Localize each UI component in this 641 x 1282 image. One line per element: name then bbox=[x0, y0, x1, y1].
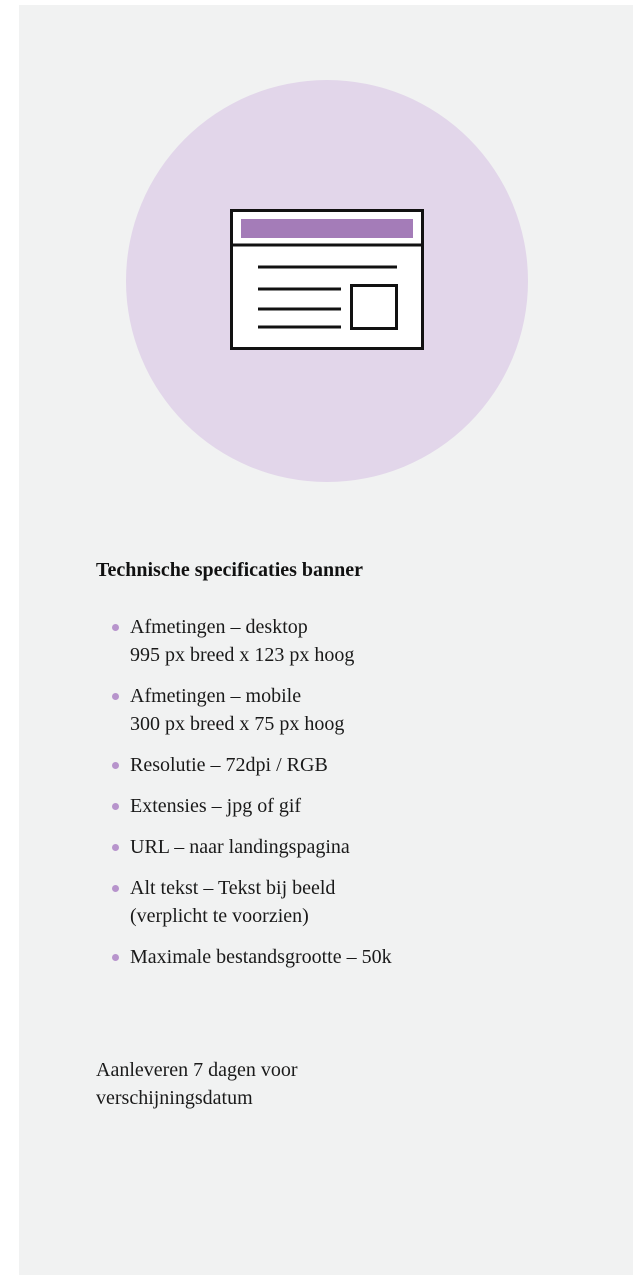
delivery-note: Aanleveren 7 dagen voor verschijningsdat… bbox=[96, 1059, 298, 1109]
spec-list: Afmetingen – desktop 995 px breed x 123 p… bbox=[112, 613, 612, 984]
bullet-icon bbox=[112, 954, 119, 961]
bullet-icon bbox=[112, 844, 119, 851]
list-item: Afmetingen – mobile 300 px breed x 75 px … bbox=[112, 682, 612, 738]
list-item-text: Maximale bestandsgrootte – 50k bbox=[130, 946, 392, 968]
browser-window-icon bbox=[230, 209, 424, 350]
spec-title: Technische specificaties banner bbox=[96, 559, 364, 581]
bullet-icon bbox=[112, 624, 119, 631]
bullet-icon bbox=[112, 803, 119, 810]
list-item: Resolutie – 72dpi / RGB bbox=[112, 751, 612, 779]
list-item-text: (verplicht te voorzien) bbox=[130, 905, 309, 927]
list-item: Afmetingen – desktop 995 px breed x 123 p… bbox=[112, 613, 612, 669]
list-item-text: Afmetingen – mobile bbox=[130, 685, 302, 707]
list-item: Maximale bestandsgrootte – 50k bbox=[112, 943, 612, 971]
list-item: Extensies – jpg of gif bbox=[112, 792, 612, 820]
list-item: Alt tekst – Tekst bij beeld (verplicht te… bbox=[112, 874, 612, 930]
list-item-text: Resolutie – 72dpi / RGB bbox=[130, 754, 328, 776]
spec-card: Technische specificaties banner Afmeting… bbox=[19, 5, 633, 1275]
bullet-icon bbox=[112, 885, 119, 892]
list-item-text: 995 px breed x 123 px hoog bbox=[130, 644, 355, 666]
bullet-icon bbox=[112, 693, 119, 700]
list-item-text: URL – naar landingspagina bbox=[130, 836, 350, 858]
list-item: URL – naar landingspagina bbox=[112, 833, 612, 861]
list-item-text: Afmetingen – desktop bbox=[130, 616, 308, 638]
list-item-text: Extensies – jpg of gif bbox=[130, 795, 302, 817]
list-item-text: Alt tekst – Tekst bij beeld bbox=[130, 877, 336, 899]
bullet-icon bbox=[112, 762, 119, 769]
list-item-text: 300 px breed x 75 px hoog bbox=[130, 713, 345, 735]
